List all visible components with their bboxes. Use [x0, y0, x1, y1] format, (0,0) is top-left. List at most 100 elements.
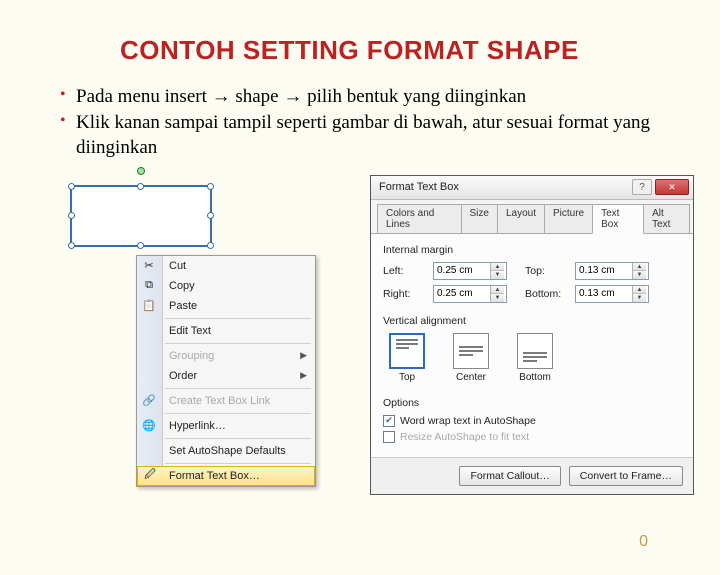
selected-textbox-shape[interactable]	[70, 185, 212, 247]
dialog-title-text: Format Text Box	[379, 181, 459, 193]
resize-handle[interactable]	[207, 212, 214, 219]
tab-size[interactable]: Size	[461, 204, 498, 233]
top-label: Top:	[525, 265, 563, 277]
va-top-label: Top	[399, 372, 415, 383]
menu-label: Cut	[169, 260, 186, 272]
dialog-titlebar[interactable]: Format Text Box ? ✕	[371, 176, 693, 200]
resize-handle[interactable]	[137, 183, 144, 190]
internal-margin-label: Internal margin	[383, 244, 681, 256]
arrow-icon: →	[283, 86, 302, 107]
menu-label: Edit Text	[169, 325, 211, 337]
spin-down-icon[interactable]: ▼	[490, 271, 504, 279]
tab-colors-lines[interactable]: Colors and Lines	[377, 204, 462, 233]
bullet-2: Klik kanan sampai tampil seperti gambar …	[60, 110, 720, 161]
bottom-spinner[interactable]: ▲▼	[575, 285, 649, 303]
top-spinner[interactable]: ▲▼	[575, 262, 649, 280]
va-center[interactable]: Center	[453, 333, 489, 383]
menu-order[interactable]: Order ▶	[137, 366, 315, 386]
spin-down-icon[interactable]: ▼	[490, 294, 504, 302]
chevron-right-icon: ▶	[300, 370, 307, 381]
opt-wrap-label: Word wrap text in AutoShape	[400, 415, 536, 427]
paste-icon: 📋	[141, 298, 157, 314]
right-spinner[interactable]: ▲▼	[433, 285, 507, 303]
resize-handle[interactable]	[68, 212, 75, 219]
vertical-alignment-label: Vertical alignment	[383, 315, 681, 327]
page-number: 0	[639, 533, 648, 551]
resize-handle[interactable]	[68, 183, 75, 190]
bullet-1-part-a: Pada menu insert	[76, 86, 212, 107]
menu-copy[interactable]: ⧉ Copy	[137, 276, 315, 296]
menu-format-textbox[interactable]: 🖉 Format Text Box…	[137, 466, 315, 486]
va-center-label: Center	[456, 372, 486, 383]
menu-label: Create Text Box Link	[169, 395, 270, 407]
format-icon: 🖉	[142, 468, 158, 484]
opt-word-wrap[interactable]: ✔ Word wrap text in AutoShape	[383, 415, 681, 427]
spin-down-icon[interactable]: ▼	[632, 271, 646, 279]
bullet-1-part-b: shape	[231, 86, 284, 107]
opt-resize-label: Resize AutoShape to fit text	[400, 431, 529, 443]
menu-label: Paste	[169, 300, 197, 312]
tab-layout[interactable]: Layout	[497, 204, 545, 233]
tab-picture[interactable]: Picture	[544, 204, 593, 233]
spin-up-icon[interactable]: ▲	[632, 263, 646, 272]
bullet-1-part-c: pilih bentuk yang diinginkan	[302, 86, 526, 107]
menu-set-defaults[interactable]: Set AutoShape Defaults	[137, 441, 315, 461]
menu-create-link[interactable]: 🔗 Create Text Box Link	[137, 391, 315, 411]
resize-handle[interactable]	[68, 242, 75, 249]
bullet-list: Pada menu insert → shape → pilih bentuk …	[60, 84, 720, 161]
dialog-footer: Format Callout… Convert to Frame…	[371, 457, 693, 494]
tab-textbox[interactable]: Text Box	[592, 204, 644, 234]
help-button[interactable]: ?	[632, 179, 652, 195]
bullet-1: Pada menu insert → shape → pilih bentuk …	[60, 84, 720, 110]
resize-handle[interactable]	[207, 242, 214, 249]
menu-label: Hyperlink…	[169, 420, 226, 432]
spin-up-icon[interactable]: ▲	[632, 286, 646, 295]
menu-label: Copy	[169, 280, 195, 292]
spin-up-icon[interactable]: ▲	[490, 263, 504, 272]
format-callout-button[interactable]: Format Callout…	[459, 466, 560, 486]
left-input[interactable]	[434, 263, 490, 279]
spin-up-icon[interactable]: ▲	[490, 286, 504, 295]
page-title: CONTOH SETTING FORMAT SHAPE	[120, 35, 720, 66]
va-bottom[interactable]: Bottom	[517, 333, 553, 383]
menu-label: Grouping	[169, 350, 214, 362]
menu-label: Order	[169, 370, 197, 382]
menu-edit-text[interactable]: Edit Text	[137, 321, 315, 341]
menu-grouping[interactable]: Grouping ▶	[137, 346, 315, 366]
hyperlink-icon: 🌐	[141, 418, 157, 434]
bottom-label: Bottom:	[525, 288, 563, 300]
checkbox-checked-icon[interactable]: ✔	[383, 415, 395, 427]
figure-area: ✂ Cut ⧉ Copy 📋 Paste Edit Text Grouping ▶ Or…	[60, 175, 720, 485]
context-menu: ✂ Cut ⧉ Copy 📋 Paste Edit Text Grouping ▶ Or…	[136, 255, 316, 487]
cut-icon: ✂	[141, 258, 157, 274]
va-top[interactable]: Top	[389, 333, 425, 383]
options-label: Options	[383, 397, 681, 409]
copy-icon: ⧉	[141, 278, 157, 294]
va-bottom-label: Bottom	[519, 372, 551, 383]
dialog-tabs: Colors and Lines Size Layout Picture Tex…	[371, 200, 693, 234]
opt-resize-fit[interactable]: Resize AutoShape to fit text	[383, 431, 681, 443]
checkbox-icon[interactable]	[383, 431, 395, 443]
resize-handle[interactable]	[207, 183, 214, 190]
close-button[interactable]: ✕	[655, 179, 689, 195]
right-input[interactable]	[434, 286, 490, 302]
top-input[interactable]	[576, 263, 632, 279]
format-textbox-dialog: Format Text Box ? ✕ Colors and Lines Siz…	[370, 175, 694, 495]
menu-label: Set AutoShape Defaults	[169, 445, 286, 457]
arrow-icon: →	[212, 86, 231, 107]
rotate-handle[interactable]	[137, 167, 145, 175]
chevron-right-icon: ▶	[300, 350, 307, 361]
menu-paste[interactable]: 📋 Paste	[137, 296, 315, 316]
convert-frame-button[interactable]: Convert to Frame…	[569, 466, 683, 486]
bottom-input[interactable]	[576, 286, 632, 302]
menu-cut[interactable]: ✂ Cut	[137, 256, 315, 276]
left-spinner[interactable]: ▲▼	[433, 262, 507, 280]
tab-alt-text[interactable]: Alt Text	[643, 204, 690, 233]
dialog-body: Internal margin Left: ▲▼ Top: ▲▼ Right: …	[371, 234, 693, 457]
spin-down-icon[interactable]: ▼	[632, 294, 646, 302]
menu-label: Format Text Box…	[169, 470, 260, 482]
menu-hyperlink[interactable]: 🌐 Hyperlink…	[137, 416, 315, 436]
left-label: Left:	[383, 265, 421, 277]
link-icon: 🔗	[141, 393, 157, 409]
resize-handle[interactable]	[137, 242, 144, 249]
